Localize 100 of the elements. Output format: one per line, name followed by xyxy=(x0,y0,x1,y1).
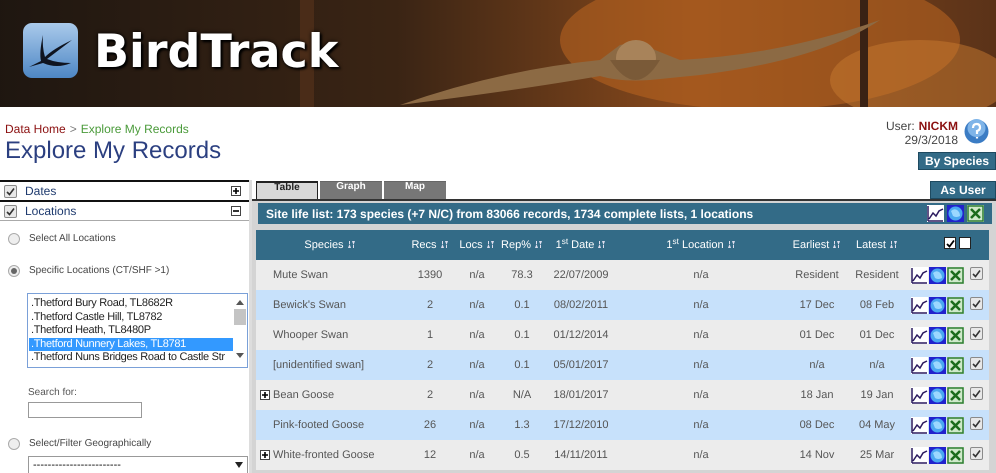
table-cell: n/a xyxy=(469,388,485,401)
tab[interactable]: Graph xyxy=(320,181,382,199)
radio-button[interactable] xyxy=(8,438,20,450)
graph-icon[interactable] xyxy=(911,386,928,404)
expand-icon[interactable] xyxy=(260,390,270,400)
globe-icon[interactable] xyxy=(929,386,946,404)
globe-icon[interactable] xyxy=(929,326,946,344)
column-header[interactable]: Species xyxy=(256,230,404,260)
spreadsheet-icon[interactable] xyxy=(947,326,964,344)
sort-icon[interactable] xyxy=(597,241,606,248)
globe-icon[interactable] xyxy=(929,296,946,314)
location-option[interactable]: .Thetford Bury Road, TL8682R xyxy=(29,297,233,310)
graph-icon[interactable] xyxy=(911,296,928,314)
sort-icon[interactable] xyxy=(832,241,842,248)
spreadsheet-icon[interactable] xyxy=(947,386,964,404)
spreadsheet-icon[interactable] xyxy=(947,296,964,314)
location-listbox[interactable]: .Thetford Bury Road, TL8682R .Thetford Castle Hill, TL8782 .Thetford Heath, TL8480P .Thetford Nunnery Lakes, TL8781 .Thetford Nuns Bridges Road to Castle Str xyxy=(27,293,248,368)
table-cell: 18/01/2017 xyxy=(553,388,609,401)
checkbox[interactable] xyxy=(970,326,983,340)
checkbox[interactable] xyxy=(970,386,983,400)
spreadsheet-icon[interactable] xyxy=(967,205,984,222)
table-cell: 14 Nov xyxy=(800,448,834,461)
species-name[interactable]: White-fronted Goose xyxy=(273,446,374,464)
column-header[interactable]: Earliest xyxy=(786,230,848,260)
dropdown-arrow-icon[interactable] xyxy=(235,462,243,468)
species-name[interactable]: [unidentified swan] xyxy=(273,356,364,374)
view-button[interactable]: As User xyxy=(930,181,996,199)
graph-icon[interactable] xyxy=(911,326,928,344)
summary-text: Site life list: 173 species (+7 N/C) from 83066 records, 1734 complete lists, 1 locations xyxy=(266,206,754,222)
view-button[interactable]: By Species xyxy=(918,152,996,170)
location-option[interactable]: .Thetford Nunnery Lakes, TL8781 xyxy=(29,338,233,351)
graph-icon[interactable] xyxy=(911,446,928,464)
globe-icon[interactable] xyxy=(929,356,946,374)
select-all-checkbox[interactable] xyxy=(959,237,971,250)
graph-icon[interactable] xyxy=(927,205,944,222)
logo-icon xyxy=(23,23,78,78)
column-header[interactable]: Recs xyxy=(404,230,456,260)
table-cell: 05/01/2017 xyxy=(553,358,609,371)
checkbox[interactable] xyxy=(970,446,983,460)
graph-icon[interactable] xyxy=(911,356,928,374)
checkbox[interactable] xyxy=(970,266,983,280)
help-icon[interactable] xyxy=(964,119,989,144)
column-header[interactable]: Locs xyxy=(456,230,498,260)
date-text: 29/3/2018 xyxy=(904,133,958,147)
collapse-icon[interactable] xyxy=(231,206,241,216)
sort-icon[interactable] xyxy=(888,241,898,248)
radio-button[interactable] xyxy=(8,232,20,244)
spreadsheet-icon[interactable] xyxy=(947,416,964,434)
expand-icon[interactable] xyxy=(231,186,241,196)
species-name[interactable]: Whooper Swan xyxy=(273,326,348,344)
table-cell: 1390 xyxy=(418,268,442,281)
table-cell: n/a xyxy=(693,358,709,371)
table-cell: 18 Jan xyxy=(800,388,834,401)
sort-icon[interactable] xyxy=(726,241,736,248)
search-label: Search for: xyxy=(28,386,78,400)
spreadsheet-icon[interactable] xyxy=(947,356,964,374)
sort-icon[interactable] xyxy=(486,241,495,248)
geo-dropdown[interactable]: ------------------------ xyxy=(28,456,248,473)
column-header[interactable]: 1$^{st}$ Date xyxy=(546,230,616,260)
filter-header[interactable]: Dates xyxy=(0,180,249,200)
globe-icon[interactable] xyxy=(947,205,964,222)
radio-button[interactable] xyxy=(8,264,20,276)
spreadsheet-icon[interactable] xyxy=(947,446,964,464)
location-option[interactable]: .Thetford Castle Hill, TL8782 xyxy=(29,310,233,324)
sort-icon[interactable] xyxy=(534,241,543,248)
checkbox[interactable] xyxy=(4,184,17,198)
checkbox[interactable] xyxy=(970,356,983,370)
column-header[interactable]: 1$^{st}$ Location xyxy=(616,230,786,260)
graph-icon[interactable] xyxy=(911,266,928,284)
species-name[interactable]: Mute Swan xyxy=(273,266,328,284)
globe-icon[interactable] xyxy=(929,446,946,464)
tab[interactable]: Map xyxy=(384,181,446,199)
table-cell: 08 Dec xyxy=(800,418,834,431)
species-name[interactable]: Pink-footed Goose xyxy=(273,416,364,434)
sort-icon[interactable] xyxy=(346,241,356,248)
checkbox[interactable] xyxy=(970,416,983,430)
column-header[interactable]: Latest xyxy=(848,230,906,260)
species-name[interactable]: Bewick's Swan xyxy=(273,296,346,314)
table-cell: 2 xyxy=(426,358,434,371)
spreadsheet-icon[interactable] xyxy=(947,266,964,284)
tab[interactable]: Table xyxy=(256,181,318,199)
scroll-down-icon[interactable] xyxy=(236,353,244,358)
sort-icon[interactable] xyxy=(440,241,449,248)
globe-icon[interactable] xyxy=(929,416,946,434)
location-option[interactable]: .Thetford Nuns Bridges Road to Castle Str xyxy=(29,351,233,364)
search-field[interactable] xyxy=(28,402,142,418)
select-all-checkbox[interactable] xyxy=(944,237,956,250)
graph-icon[interactable] xyxy=(911,416,928,434)
location-option[interactable]: .Thetford Heath, TL8480P xyxy=(29,324,233,338)
checkbox[interactable] xyxy=(970,296,983,310)
breadcrumb-link[interactable]: Data Home xyxy=(5,121,66,137)
table-cell: n/a xyxy=(693,388,709,401)
filter-header[interactable]: Locations xyxy=(0,200,249,221)
column-header[interactable]: Rep% xyxy=(498,230,546,260)
checkbox[interactable] xyxy=(4,204,17,218)
globe-icon[interactable] xyxy=(929,266,946,284)
species-name[interactable]: Bean Goose xyxy=(273,386,334,404)
table-cell: 17/12/2010 xyxy=(553,418,609,431)
scroll-up-icon[interactable] xyxy=(236,300,244,305)
expand-icon[interactable] xyxy=(260,450,270,460)
